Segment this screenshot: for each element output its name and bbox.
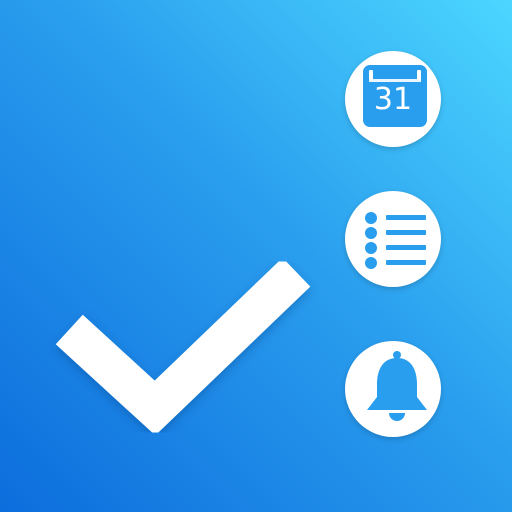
list-badge <box>345 191 441 287</box>
calendar-badge: 31 <box>345 51 441 147</box>
app-icon: 31 <box>0 0 512 512</box>
bell-badge <box>345 341 441 437</box>
bell-icon <box>367 351 427 421</box>
calendar-day-number: 31 <box>373 82 413 117</box>
list-icon <box>365 212 426 269</box>
